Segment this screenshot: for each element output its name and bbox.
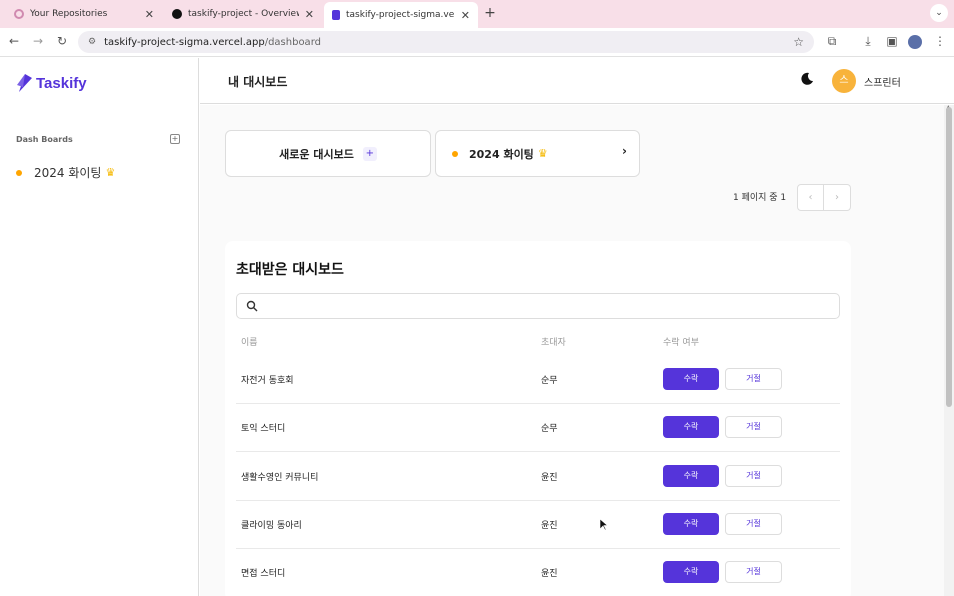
avatar[interactable]: 스: [832, 69, 856, 93]
invite-name: 자전거 동호회: [241, 376, 294, 386]
browser-tab-strip: Your Repositories ✕ taskify-project - Ov…: [0, 0, 954, 28]
site-settings-icon[interactable]: ⚙: [88, 37, 96, 47]
browser-toolbar: ← → ↻ ⚙ taskify-project-sigma.vercel.app…: [0, 28, 954, 57]
accept-button[interactable]: 수락: [663, 561, 719, 583]
invite-inviter: 윤진: [541, 521, 558, 531]
user-name[interactable]: 스프린터: [864, 74, 901, 89]
sidebar-section-title: Dash Boards: [16, 135, 73, 144]
address-bar[interactable]: ⚙ taskify-project-sigma.vercel.app/dashb…: [78, 31, 814, 53]
browser-tab-dashboard[interactable]: taskify-project-sigma.vercel.a ✕: [324, 2, 478, 28]
taskify-favicon-icon: [332, 10, 340, 20]
new-dashboard-label: 새로운 대시보드: [279, 147, 354, 161]
next-page-button[interactable]: ›: [824, 184, 851, 211]
table-row: 자전거 동호회 순무 수락 거절: [236, 356, 840, 404]
color-dot: [16, 169, 22, 176]
tab-title: taskify-project - Overview - V: [188, 9, 299, 19]
extensions-icon[interactable]: ⧉: [824, 34, 840, 49]
side-panel-icon[interactable]: ▣: [884, 34, 900, 48]
column-header-name: 이름: [241, 338, 258, 348]
browser-menu-icon[interactable]: ⋮: [932, 34, 948, 48]
tab-title: taskify-project-sigma.vercel.a: [346, 10, 455, 20]
invite-name: 클라이밍 동아리: [241, 521, 302, 531]
accept-button[interactable]: 수락: [663, 416, 719, 438]
invite-name: 생활수영인 커뮤니티: [241, 473, 319, 483]
profile-avatar[interactable]: [908, 35, 922, 49]
scrollbar-thumb[interactable]: [946, 107, 952, 407]
page-scrollbar[interactable]: ▲: [944, 104, 954, 596]
close-icon[interactable]: ✕: [305, 8, 314, 21]
browser-tab-repositories[interactable]: Your Repositories ✕: [6, 3, 162, 25]
logo[interactable]: Taskify: [16, 72, 87, 94]
invite-inviter: 순무: [541, 376, 558, 386]
crown-icon: ♛: [537, 147, 548, 160]
sidebar-item-2024[interactable]: 2024 화이팅 ♛: [16, 164, 115, 181]
search-icon: [246, 300, 258, 312]
tab-search-chevron-icon[interactable]: ⌄: [930, 4, 948, 22]
reject-button[interactable]: 거절: [725, 368, 782, 390]
url-host: taskify-project-sigma.vercel.app: [104, 36, 265, 48]
accept-button[interactable]: 수락: [663, 368, 719, 390]
sidebar-item-label: 2024 화이팅: [34, 166, 102, 180]
accept-button[interactable]: 수락: [663, 513, 719, 535]
search-input[interactable]: [236, 293, 840, 319]
column-header-status: 수락 여부: [663, 338, 699, 348]
dashboard-card-label: 2024 화이팅: [469, 147, 534, 161]
reject-button[interactable]: 거절: [725, 513, 782, 535]
taskify-logo-icon: [17, 74, 32, 92]
accept-button[interactable]: 수락: [663, 465, 719, 487]
table-row: 토익 스터디 순무 수락 거절: [236, 404, 840, 452]
crown-icon: ♛: [105, 166, 116, 179]
page-title: 내 대시보드: [228, 75, 288, 89]
reject-button[interactable]: 거절: [725, 416, 782, 438]
mouse-cursor-icon: [600, 519, 608, 531]
invited-dashboards-panel: 초대받은 대시보드 이름 초대자 수락 여부 자전거 동호회 순무 수락 거절 …: [225, 241, 851, 596]
download-icon[interactable]: ⤓: [860, 34, 876, 49]
color-dot: [452, 150, 458, 157]
invited-title: 초대받은 대시보드: [236, 262, 344, 278]
add-dashboard-icon[interactable]: +: [170, 134, 180, 144]
pagination-controls: ‹ ›: [797, 184, 851, 211]
new-tab-button[interactable]: +: [482, 5, 498, 21]
new-dashboard-button[interactable]: 새로운 대시보드 +: [225, 130, 431, 177]
close-icon[interactable]: ✕: [461, 9, 470, 22]
pagination-text: 1 페이지 중 1: [733, 193, 787, 203]
moon-icon[interactable]: [800, 72, 814, 86]
prev-page-button[interactable]: ‹: [797, 184, 824, 211]
table-row: 생활수영인 커뮤니티 윤진 수락 거절: [236, 453, 840, 501]
dashboard-card-2024[interactable]: 2024 화이팅 ♛ ›: [435, 130, 640, 177]
invite-name: 면접 스터디: [241, 569, 286, 579]
table-row: 면접 스터디 윤진 수락 거절: [236, 549, 840, 596]
reject-button[interactable]: 거절: [725, 465, 782, 487]
column-header-inviter: 초대자: [541, 338, 566, 348]
invite-inviter: 순무: [541, 424, 558, 434]
plus-icon: +: [362, 146, 377, 161]
header: 내 대시보드 스 스프린터: [200, 58, 954, 104]
url-path: /dashboard: [264, 36, 321, 48]
back-arrow-icon[interactable]: ←: [6, 34, 22, 48]
bookmark-star-icon[interactable]: ☆: [793, 35, 804, 49]
vercel-icon: [172, 9, 182, 19]
invite-inviter: 윤진: [541, 569, 558, 579]
github-icon: [14, 9, 24, 19]
reload-icon[interactable]: ↻: [54, 34, 70, 48]
reject-button[interactable]: 거절: [725, 561, 782, 583]
invite-name: 토익 스터디: [241, 424, 286, 434]
sidebar: Taskify Dash Boards + 2024 화이팅 ♛: [0, 58, 199, 596]
brand-name: Taskify: [36, 74, 87, 92]
chevron-right-icon: ›: [622, 144, 627, 158]
close-icon[interactable]: ✕: [145, 8, 154, 21]
main-content: 새로운 대시보드 + 2024 화이팅 ♛ › 1 페이지 중 1 ‹ › 초대…: [200, 105, 944, 596]
forward-arrow-icon[interactable]: →: [30, 34, 46, 48]
invite-inviter: 윤진: [541, 473, 558, 483]
tab-title: Your Repositories: [30, 9, 108, 19]
table-row: 클라이밍 동아리 윤진 수락 거절: [236, 501, 840, 549]
browser-tab-overview[interactable]: taskify-project - Overview - V ✕: [164, 3, 322, 25]
